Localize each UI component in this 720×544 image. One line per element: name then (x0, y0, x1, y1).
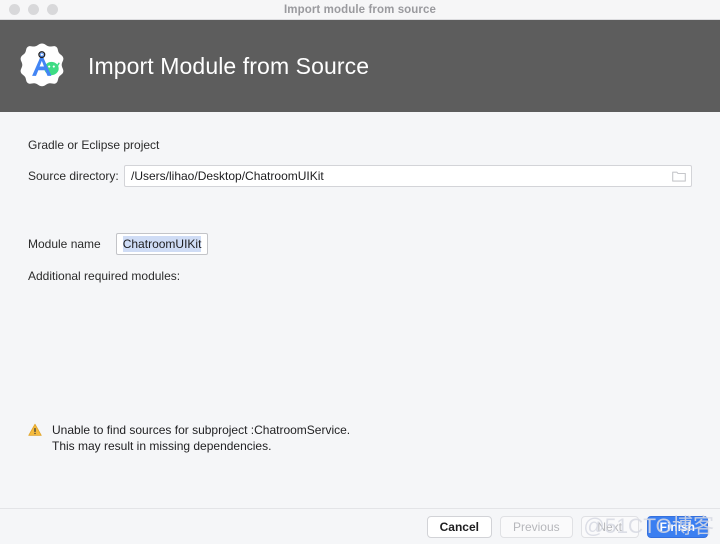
gradle-eclipse-label: Gradle or Eclipse project (28, 138, 160, 152)
warning-line-1: Unable to find sources for subproject :C… (52, 423, 351, 437)
source-directory-value: /Users/lihao/Desktop/ChatroomUIKit (131, 169, 324, 183)
page-title: Import Module from Source (88, 52, 370, 79)
warning-triangle-icon (28, 423, 42, 437)
warning-line-2: This may result in missing dependencies. (52, 439, 272, 453)
window-controls (9, 4, 58, 15)
warning-text: Unable to find sources for subproject :C… (52, 422, 350, 454)
folder-icon[interactable] (672, 170, 686, 182)
dialog-header: Import Module from Source (0, 20, 720, 112)
dialog-footer: Cancel Previous Next Finish @51CTO博客 (0, 508, 720, 544)
module-name-row: Module name ChatroomUIKit (28, 233, 692, 255)
source-directory-label: Source directory: (28, 169, 119, 183)
android-studio-icon (14, 38, 70, 94)
next-button[interactable]: Next (580, 515, 639, 538)
module-name-label: Module name (28, 237, 101, 251)
additional-modules-label: Additional required modules: (28, 269, 181, 283)
import-module-dialog: Import module from source Import Module … (0, 0, 720, 544)
close-button[interactable] (9, 4, 20, 15)
dialog-body: Gradle or Eclipse project Source directo… (0, 112, 720, 508)
warning-message: Unable to find sources for subproject :C… (28, 422, 350, 454)
module-name-value: ChatroomUIKit (122, 236, 202, 252)
previous-button[interactable]: Previous (499, 515, 573, 538)
source-directory-input[interactable]: /Users/lihao/Desktop/ChatroomUIKit (124, 165, 692, 187)
title-bar: Import module from source (0, 0, 720, 20)
window-title: Import module from source (283, 3, 437, 16)
cancel-button[interactable]: Cancel (426, 515, 492, 538)
minimize-button[interactable] (28, 4, 39, 15)
source-directory-row: Source directory: /Users/lihao/Desktop/C… (28, 165, 692, 187)
module-name-input[interactable]: ChatroomUIKit (115, 233, 209, 255)
maximize-button[interactable] (47, 4, 58, 15)
finish-button[interactable]: Finish (646, 515, 708, 538)
